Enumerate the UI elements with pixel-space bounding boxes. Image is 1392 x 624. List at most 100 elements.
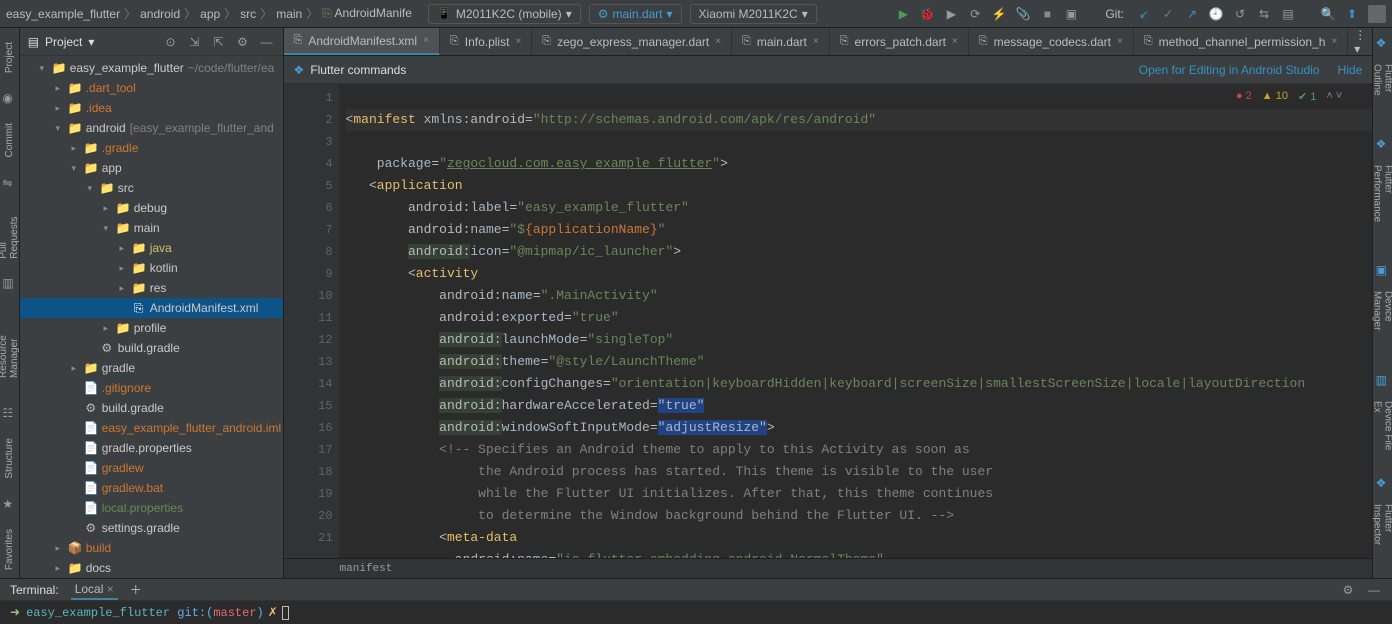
tree-row[interactable]: ▸📦build: [20, 538, 283, 558]
run-config-combo[interactable]: ⚙main.dart▾: [589, 4, 682, 24]
editor-tab[interactable]: ⎘errors_patch.dart×: [830, 28, 969, 55]
tree-row[interactable]: ▸📁profile: [20, 318, 283, 338]
hide-icon[interactable]: —: [1366, 582, 1382, 598]
tree-row[interactable]: 📄.gitignore: [20, 378, 283, 398]
expand-icon[interactable]: ⇲: [187, 34, 203, 50]
tree-row[interactable]: ▾📁android[easy_example_flutter_and: [20, 118, 283, 138]
profile-icon[interactable]: ⟳: [967, 6, 983, 22]
flutter-inspector-icon[interactable]: ❖: [1376, 476, 1390, 490]
device-manager-icon[interactable]: ▣: [1376, 263, 1390, 277]
breadcrumb-segment[interactable]: main: [276, 7, 302, 21]
close-icon[interactable]: ×: [107, 582, 114, 596]
code-content[interactable]: <manifest xmlns:android="http://schemas.…: [340, 84, 1373, 558]
editor-body[interactable]: ● 2 ▲ 10 ✔ 1 ˄ ˅ 12345678910111213141516…: [284, 84, 1373, 558]
tree-row[interactable]: ▾📁main: [20, 218, 283, 238]
tree-row[interactable]: ▾📁app: [20, 158, 283, 178]
tree-row[interactable]: ▸📁.idea: [20, 98, 283, 118]
tab-flutter-performance[interactable]: Flutter Performance: [1370, 159, 1392, 254]
close-icon[interactable]: ×: [423, 35, 429, 46]
structure-icon[interactable]: ☷: [2, 406, 16, 420]
vcs-commit-icon[interactable]: ✓: [1160, 6, 1176, 22]
pull-requests-icon[interactable]: ⇋: [2, 176, 16, 190]
chevron-icon[interactable]: ▸: [68, 143, 80, 154]
vcs-history-icon[interactable]: 🕘: [1208, 6, 1224, 22]
tree-row[interactable]: ▸📁kotlin: [20, 258, 283, 278]
breadcrumb-segment[interactable]: android: [140, 7, 180, 21]
tree-row[interactable]: 📄local.properties: [20, 498, 283, 518]
commit-icon[interactable]: ◉: [2, 91, 16, 105]
editor-tab[interactable]: ⎘zego_express_manager.dart×: [532, 28, 732, 55]
tree-row[interactable]: ▸📁res: [20, 278, 283, 298]
coverage-icon[interactable]: ▶: [943, 6, 959, 22]
tab-device-file-explorer[interactable]: Device File Ex: [1370, 395, 1392, 467]
chevron-icon[interactable]: ▸: [68, 363, 80, 374]
hide-banner-link[interactable]: Hide: [1338, 63, 1363, 77]
breadcrumb-segment[interactable]: easy_example_flutter: [6, 7, 120, 21]
chevron-icon[interactable]: ▸: [52, 103, 64, 114]
close-icon[interactable]: ×: [1117, 36, 1123, 47]
tab-device-manager[interactable]: Device Manager: [1370, 285, 1392, 366]
settings-icon[interactable]: ⬆: [1344, 6, 1360, 22]
close-icon[interactable]: ×: [813, 36, 819, 47]
open-android-studio-link[interactable]: Open for Editing in Android Studio: [1139, 63, 1320, 77]
avd-icon[interactable]: ▤: [1280, 6, 1296, 22]
tab-flutter-outline[interactable]: Flutter Outline: [1370, 58, 1392, 129]
hot-reload-icon[interactable]: ⚡: [991, 6, 1007, 22]
tree-row[interactable]: 📄gradlew: [20, 458, 283, 478]
editor-tab[interactable]: ⎘AndroidManifest.xml×: [284, 28, 440, 55]
tab-resource-manager[interactable]: Resource Manager: [0, 300, 22, 386]
attach-icon[interactable]: 📎: [1015, 6, 1031, 22]
new-terminal-icon[interactable]: ＋: [130, 581, 142, 598]
chevron-icon[interactable]: ▾: [36, 63, 48, 74]
tree-row[interactable]: ⎘AndroidManifest.xml: [20, 298, 283, 318]
device-combo[interactable]: 📱M2011K2C (mobile)▾: [428, 4, 581, 24]
breadcrumb-segment[interactable]: src: [240, 7, 256, 21]
tab-project[interactable]: Project: [2, 34, 17, 81]
chevron-icon[interactable]: ▸: [116, 243, 128, 254]
chevron-icon[interactable]: ▸: [116, 283, 128, 294]
tree-row[interactable]: ▸📁docs: [20, 558, 283, 578]
close-icon[interactable]: ×: [715, 36, 721, 47]
device-file-explorer-icon[interactable]: ▥: [1376, 373, 1390, 387]
resource-manager-icon[interactable]: ▥: [2, 276, 16, 290]
tab-overflow[interactable]: ⋮ ▾: [1348, 28, 1372, 55]
project-tree[interactable]: ▾📁easy_example_flutter~/code/flutter/ea▸…: [20, 56, 283, 578]
tree-row[interactable]: ▾📁easy_example_flutter~/code/flutter/ea: [20, 58, 283, 78]
tree-row[interactable]: ▸📁.dart_tool: [20, 78, 283, 98]
breadcrumb-segment[interactable]: ⎘ AndroidManife: [322, 6, 412, 21]
terminal-tab-local[interactable]: Local ×: [71, 580, 118, 600]
debug-icon[interactable]: 🐞: [919, 6, 935, 22]
tree-row[interactable]: 📄gradle.properties: [20, 438, 283, 458]
close-icon[interactable]: ×: [515, 36, 521, 47]
tree-row[interactable]: ▸📁gradle: [20, 358, 283, 378]
code-breadcrumb[interactable]: manifest: [284, 558, 1373, 578]
vcs-push-icon[interactable]: ↗: [1184, 6, 1200, 22]
stop-icon[interactable]: ■: [1039, 6, 1055, 22]
flutter-perf-icon[interactable]: ❖: [1376, 137, 1390, 151]
chevron-icon[interactable]: ▾: [100, 223, 112, 234]
editor-tab[interactable]: ⎘method_channel_permission_h×: [1134, 28, 1348, 55]
avatar[interactable]: [1368, 5, 1386, 23]
tab-flutter-inspector[interactable]: Flutter Inspector: [1370, 498, 1392, 578]
close-icon[interactable]: ×: [952, 36, 958, 47]
tree-row[interactable]: ▸📁debug: [20, 198, 283, 218]
layout-inspector-icon[interactable]: ▣: [1063, 6, 1079, 22]
breadcrumb-segment[interactable]: app: [200, 7, 220, 21]
tree-row[interactable]: 📄gradlew.bat: [20, 478, 283, 498]
target-combo[interactable]: Xiaomi M2011K2C▾: [690, 4, 817, 24]
tree-row[interactable]: ▾📁src: [20, 178, 283, 198]
tab-structure[interactable]: Structure: [2, 430, 17, 487]
editor-tab[interactable]: ⎘Info.plist×: [440, 28, 532, 55]
chevron-icon[interactable]: ▸: [52, 83, 64, 94]
tab-pull-requests[interactable]: Pull Requests: [0, 200, 22, 267]
tree-row[interactable]: ▸📁.gradle: [20, 138, 283, 158]
run-icon[interactable]: ▶: [895, 6, 911, 22]
locate-icon[interactable]: ⊙: [163, 34, 179, 50]
chevron-icon[interactable]: ▾: [52, 123, 64, 134]
chevron-icon[interactable]: ▸: [100, 203, 112, 214]
collapse-icon[interactable]: ⇱: [211, 34, 227, 50]
editor-tab[interactable]: ⎘message_codecs.dart×: [969, 28, 1134, 55]
search-icon[interactable]: 🔍: [1320, 6, 1336, 22]
breadcrumb[interactable]: easy_example_flutter〉android〉app〉src〉mai…: [6, 5, 412, 22]
tree-row[interactable]: ▸📁java: [20, 238, 283, 258]
